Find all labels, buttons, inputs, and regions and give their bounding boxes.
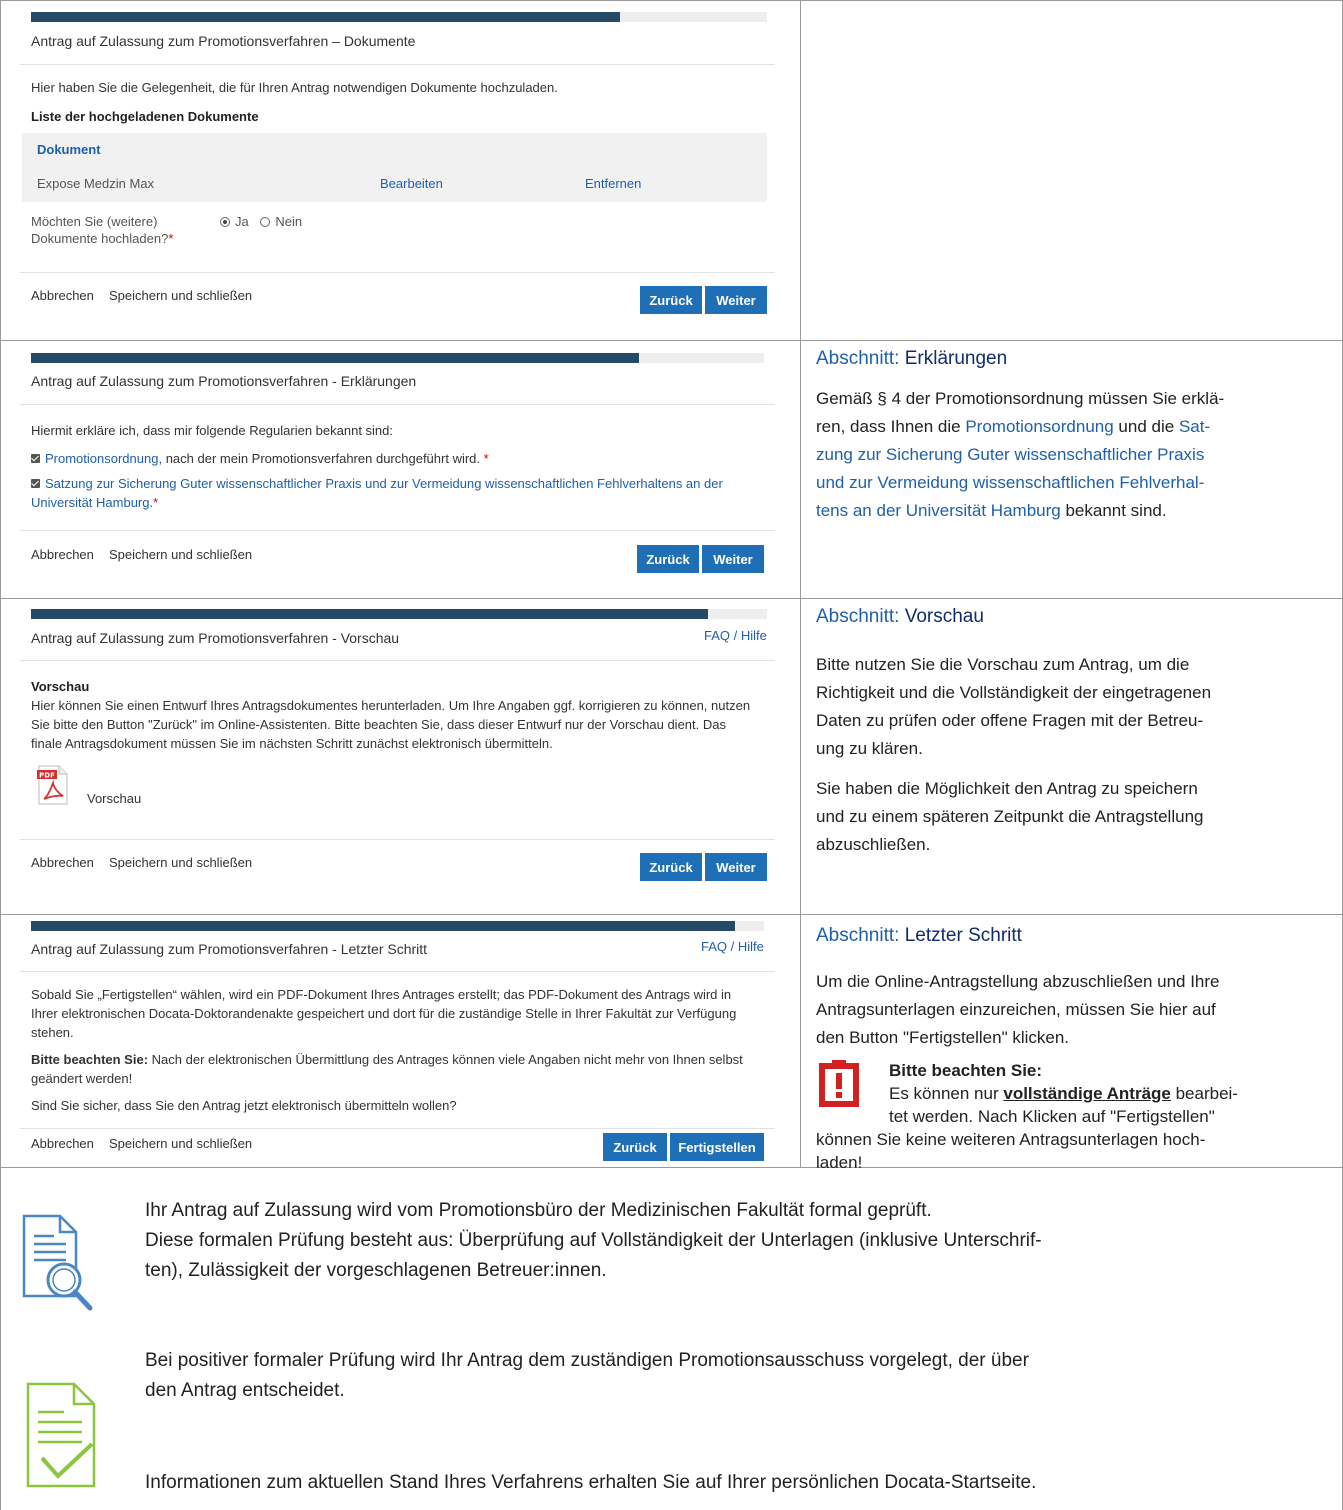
divider: [20, 660, 775, 661]
finish-note-line2: geändert werden!: [31, 1071, 133, 1086]
progress-bar: [31, 609, 767, 619]
save-close-link[interactable]: Speichern und schließen: [109, 545, 252, 565]
faq-link[interactable]: FAQ / Hilfe: [701, 939, 764, 954]
finish-question: Sind Sie sicher, dass Sie den Antrag jet…: [31, 1098, 457, 1113]
preview-text-2: Sie bitte den Button "Zurück" im Online-…: [31, 717, 726, 732]
intro-text: Hier haben Sie die Gelegenheit, die für …: [31, 80, 558, 95]
cancel-link[interactable]: Abbrechen: [31, 1134, 94, 1154]
divider: [20, 839, 775, 840]
cancel-link[interactable]: Abbrechen: [31, 286, 94, 306]
next-button[interactable]: Weiter: [702, 545, 764, 573]
page-title: Antrag auf Zulassung zum Promotionsverfa…: [31, 373, 417, 389]
back-button[interactable]: Zurück: [640, 286, 702, 314]
document-check-icon: [24, 1380, 98, 1490]
decision-info: Bei positiver formaler Prüfung wird Ihr …: [145, 1350, 1029, 1401]
section-heading-vorschau: Abschnitt: Vorschau: [816, 606, 984, 627]
back-button[interactable]: Zurück: [637, 545, 699, 573]
finish-text-2: Ihrer elektronischen Docata-Doktorandena…: [31, 1006, 737, 1021]
satzung-side-link[interactable]: Sat-: [1179, 417, 1210, 436]
satzung-link[interactable]: Satzung zur Sicherung Guter wissenschaft…: [45, 476, 723, 491]
finish-text-3: stehen.: [31, 1025, 74, 1040]
next-button[interactable]: Weiter: [705, 286, 767, 314]
warning-icon: [817, 1059, 861, 1109]
erklaerungen-description: Gemäß § 4 der Promotionsordnung müssen S…: [816, 389, 1225, 520]
divider: [20, 272, 775, 273]
list-heading: Liste der hochgeladenen Dokumente: [31, 109, 259, 124]
divider: [20, 1128, 775, 1129]
declaration-item-1: Promotionsordnung, nach der mein Promoti…: [31, 449, 489, 469]
back-button[interactable]: Zurück: [640, 853, 702, 881]
edit-link[interactable]: Bearbeiten: [380, 174, 443, 194]
review-info: Ihr Antrag auf Zulassung wird vom Promot…: [145, 1200, 1042, 1281]
divider: [20, 530, 775, 531]
table-row-divider: [0, 340, 1343, 341]
page-title: Antrag auf Zulassung zum Promotionsverfa…: [31, 33, 416, 49]
progress-fill: [31, 609, 709, 619]
upload-radio-group: Ja Nein: [220, 212, 302, 233]
table-row-divider: [0, 598, 1343, 599]
status-info: Informationen zum aktuellen Stand Ihres …: [145, 1472, 1037, 1493]
save-close-link[interactable]: Speichern und schließen: [109, 286, 252, 306]
divider: [20, 404, 775, 405]
save-close-link[interactable]: Speichern und schließen: [109, 1134, 252, 1154]
page-title: Antrag auf Zulassung zum Promotionsverfa…: [31, 941, 428, 957]
checkbox-satzung[interactable]: [31, 479, 40, 488]
finish-button[interactable]: Fertigstellen: [670, 1133, 764, 1161]
progress-bar: [31, 353, 764, 363]
section-heading-letzter-schritt: Abschnitt: Letzter Schritt: [816, 925, 1022, 946]
pdf-icon[interactable]: PDF: [37, 765, 69, 805]
finish-note: Bitte beachten Sie: Nach der elektronisc…: [31, 1052, 743, 1067]
progress-fill: [31, 12, 620, 22]
preview-text-3: finale Antragsdokument müssen Sie im näc…: [31, 736, 553, 751]
progress-bar: [31, 921, 764, 931]
divider: [20, 971, 775, 972]
faq-link[interactable]: FAQ / Hilfe: [704, 628, 767, 643]
preview-pdf-link[interactable]: Vorschau: [87, 789, 141, 809]
remove-link[interactable]: Entfernen: [585, 174, 641, 194]
section-heading-erklaerungen: Abschnitt: Erklärungen: [816, 348, 1008, 369]
save-close-link[interactable]: Speichern und schließen: [109, 853, 252, 873]
warning-text: Bitte beachten Sie: Es können nur vollst…: [889, 1061, 1238, 1126]
table-border-top: [0, 0, 1343, 1]
table-column-divider: [800, 0, 801, 1167]
table-header-dokument: Dokument: [37, 142, 101, 157]
satzung-link-cont[interactable]: Universität Hamburg.: [31, 495, 153, 510]
svg-text:PDF: PDF: [39, 772, 55, 780]
document-search-icon: [20, 1210, 98, 1312]
vorschau-description: Bitte nutzen Sie die Vorschau zum Antrag…: [816, 655, 1212, 854]
cancel-link[interactable]: Abbrechen: [31, 545, 94, 565]
promotionsordnung-side-link[interactable]: Promotionsordnung: [965, 417, 1113, 436]
intro-text: Hiermit erkläre ich, dass mir folgende R…: [31, 423, 394, 438]
declaration-item-2-cont: Universität Hamburg.*: [31, 495, 159, 510]
document-name: Expose Medzin Max: [37, 176, 155, 191]
cancel-link[interactable]: Abbrechen: [31, 853, 94, 873]
radio-no[interactable]: Nein: [260, 212, 302, 232]
next-button[interactable]: Weiter: [705, 853, 767, 881]
table-border-left: [0, 0, 1, 1510]
radio-yes[interactable]: Ja: [220, 212, 249, 232]
section-heading: Vorschau: [31, 679, 90, 694]
page-title: Antrag auf Zulassung zum Promotionsverfa…: [31, 630, 400, 646]
warning-text-cont: können Sie keine weiteren Antragsunterla…: [816, 1130, 1206, 1172]
upload-question-line2: Dokumente hochladen?*: [31, 231, 174, 246]
checkbox-promotionsordnung[interactable]: [31, 454, 40, 463]
back-button[interactable]: Zurück: [603, 1133, 667, 1161]
table-row-divider: [0, 914, 1343, 915]
finish-text-1: Sobald Sie „Fertigstellen“ wählen, wird …: [31, 987, 732, 1002]
progress-fill: [31, 921, 735, 931]
progress-fill: [31, 353, 640, 363]
promotionsordnung-link[interactable]: Promotionsordnung,: [45, 451, 162, 466]
progress-bar: [31, 12, 767, 22]
declaration-item-2: Satzung zur Sicherung Guter wissenschaft…: [31, 474, 723, 494]
letzter-schritt-description: Um die Online-Antragstellung abzuschließ…: [816, 972, 1220, 1047]
preview-text-1: Hier können Sie einen Entwurf Ihres Antr…: [31, 698, 751, 713]
divider: [20, 64, 775, 65]
